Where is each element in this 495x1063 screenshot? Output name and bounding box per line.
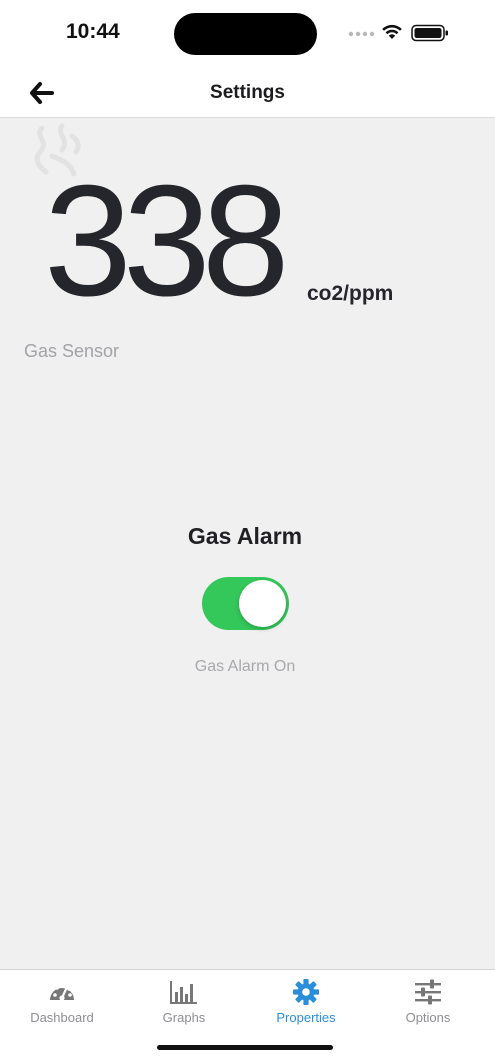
dynamic-island	[174, 13, 317, 55]
tab-dashboard[interactable]: Dashboard	[0, 970, 124, 1032]
gas-alarm-status: Gas Alarm On	[194, 658, 296, 675]
tab-graphs[interactable]: Graphs	[122, 970, 246, 1032]
tab-properties[interactable]: Properties	[244, 970, 368, 1032]
tab-label: Dashboard	[30, 1010, 94, 1025]
status-bar: 10:44	[0, 0, 495, 66]
sliders-icon	[415, 979, 441, 1005]
gas-alarm-title: Gas Alarm	[187, 523, 303, 549]
gear-icon	[293, 979, 319, 1005]
tab-label: Graphs	[162, 1010, 206, 1025]
bar-chart-icon	[170, 981, 197, 1004]
wifi-icon	[382, 24, 402, 39]
page-title: Settings	[210, 82, 285, 103]
tab-label: Options	[405, 1010, 451, 1025]
cellular-signal-icon	[348, 31, 374, 37]
home-indicator	[157, 1045, 333, 1050]
gas-sensor-unit: co2/ppm	[307, 282, 394, 305]
gas-sensor-value: 338	[44, 153, 290, 329]
gas-alarm-toggle[interactable]	[202, 577, 289, 630]
app-screen: 10:44 Settings 338 co2/ppm Gas Sensor Ga…	[0, 0, 495, 1063]
gas-sensor-label: Gas Sensor	[24, 341, 120, 361]
battery-icon	[411, 24, 448, 42]
tab-label: Properties	[276, 1010, 336, 1025]
toggle-knob	[239, 580, 286, 627]
navigation-bar: Settings	[0, 66, 495, 118]
speedometer-icon	[50, 983, 74, 1001]
status-time: 10:44	[66, 20, 120, 43]
tab-options[interactable]: Options	[366, 970, 490, 1032]
